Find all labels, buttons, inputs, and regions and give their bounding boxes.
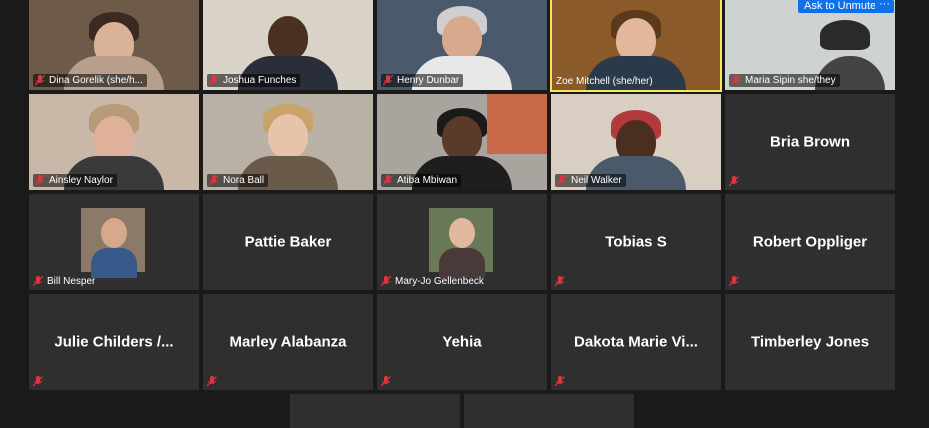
participant-tile-julie-childers[interactable]: Julie Childers /... [29,294,199,390]
muted-mic-icon [381,276,391,287]
participant-tile-marley-alabanza[interactable]: Marley Alabanza [203,294,373,390]
muted-mic-icon [557,175,567,186]
avatar-body [91,248,137,278]
video-tile-joshua-funches[interactable]: Joshua Funches [203,0,373,90]
participant-tile-robert-oppliger[interactable]: Robert Oppliger [725,194,895,290]
participant-display-name: Tobias S [605,233,667,251]
avatar-face [449,218,475,248]
muted-mic-icon [33,276,43,287]
video-person-face [268,16,308,60]
participant-name-label: Maria Sipin she/they [729,74,840,87]
video-tile-nora-ball[interactable]: Nora Ball [203,94,373,190]
muted-mic-icon [35,175,45,186]
participant-display-name: Robert Oppliger [752,233,868,251]
participant-display-name: Timberley Jones [750,333,870,351]
video-tile-dina-gorelik[interactable]: Dina Gorelik (she/h... [29,0,199,90]
muted-mic-icon [555,376,565,387]
participant-display-name: Marley Alabanza [229,333,347,351]
video-person-face [268,114,308,158]
video-person-face [442,16,482,60]
video-tile-henry-dunbar[interactable]: Henry Dunbar [377,0,547,90]
muted-mic-icon [383,75,393,86]
participant-display-name: Pattie Baker [244,233,332,251]
video-person-face [94,116,134,160]
participant-tile-bria-brown[interactable]: Bria Brown [725,94,895,190]
participant-tile-partial[interactable] [464,394,634,428]
participant-tile-mary-jo-gellenbeck[interactable]: Mary-Jo Gellenbeck [377,194,547,290]
participant-name-label [729,276,739,287]
video-person-face [442,116,482,160]
video-tile-neil-walker[interactable]: Neil Walker [551,94,721,190]
participant-name-label [555,376,565,387]
video-background-poster [487,94,547,154]
muted-mic-icon [209,175,219,186]
video-tile-maria-sipin[interactable]: Maria Sipin she/they [725,0,895,90]
participant-name-label [207,376,217,387]
participant-tile-yehia[interactable]: Yehia [377,294,547,390]
profile-photo-avatar [429,208,493,278]
participant-name-label [729,176,739,187]
participant-tile-tobias-s[interactable]: Tobias S [551,194,721,290]
muted-mic-icon [729,176,739,187]
video-tile-atiba-mbiwan[interactable]: Atiba Mbiwan [377,94,547,190]
participant-display-name: Yehia [442,333,482,351]
participant-display-name: Dakota Marie Vi... [574,333,698,351]
muted-mic-icon [35,75,45,86]
avatar-body [439,248,485,278]
muted-mic-icon [207,376,217,387]
participant-name-label: Zoe Mitchell (she/her) [556,76,653,87]
participant-name-label: Joshua Funches [207,74,301,87]
gallery-grid: Dina Gorelik (she/h... Joshua Funches He… [0,0,929,428]
muted-mic-icon [209,75,219,86]
participant-name-label: Dina Gorelik (she/h... [33,74,147,87]
muted-mic-icon [555,276,565,287]
participant-name-label: Ainsley Naylor [33,174,117,187]
ask-to-unmute-button[interactable]: Ask to Unmute [798,0,883,13]
avatar-face [101,218,127,248]
video-tile-zoe-mitchell-active-speaker[interactable]: Zoe Mitchell (she/her) [550,0,722,92]
muted-mic-icon [731,75,741,86]
muted-mic-icon [383,175,393,186]
more-options-button[interactable]: ··· [875,0,894,13]
participant-name-label: Henry Dunbar [381,74,464,87]
participant-name-label: Atiba Mbiwan [381,174,462,187]
muted-mic-icon [381,376,391,387]
participant-name-label [381,376,391,387]
participant-name-label: Bill Nesper [33,276,95,287]
participant-display-name: Bria Brown [769,133,850,151]
muted-mic-icon [33,376,43,387]
participant-name-label: Neil Walker [555,174,626,187]
participant-tile-timberley-jones[interactable]: Timberley Jones [725,294,895,390]
profile-photo-avatar [81,208,145,278]
participant-tile-bill-nesper[interactable]: Bill Nesper [29,194,199,290]
muted-mic-icon [729,276,739,287]
participant-name-label: Mary-Jo Gellenbeck [381,276,484,287]
participant-tile-partial[interactable] [290,394,460,428]
video-person-hair [820,20,870,50]
participant-name-label [33,376,43,387]
participant-display-name: Julie Childers /... [54,333,174,351]
video-tile-ainsley-naylor[interactable]: Ainsley Naylor [29,94,199,190]
participant-name-label [555,276,565,287]
participant-tile-dakota-marie[interactable]: Dakota Marie Vi... [551,294,721,390]
participant-name-label: Nora Ball [207,174,269,187]
participant-tile-pattie-baker[interactable]: Pattie Baker [203,194,373,290]
